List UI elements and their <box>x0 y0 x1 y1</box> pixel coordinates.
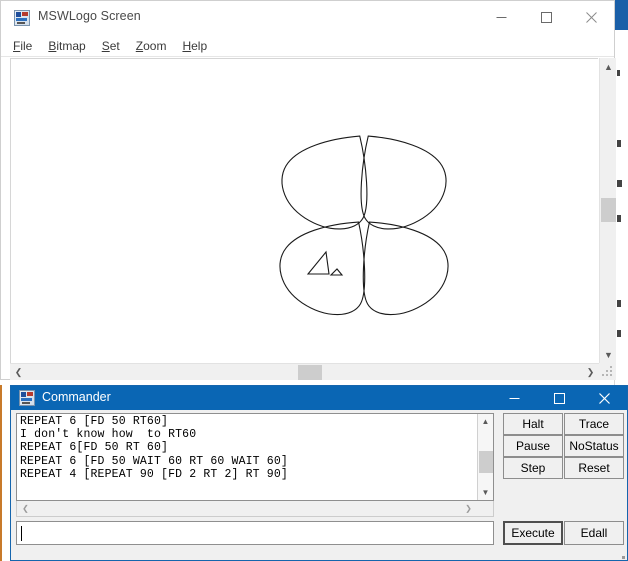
menu-item-zoom[interactable]: Zoom <box>136 39 167 53</box>
maximize-icon[interactable] <box>524 1 569 33</box>
scroll-left-arrow-icon[interactable]: ❮ <box>10 364 27 381</box>
menu-item-help[interactable]: Help <box>182 39 207 53</box>
pause-button[interactable]: Pause <box>503 435 563 457</box>
canvas-horizontal-scrollbar[interactable]: ❮ ❯ <box>10 363 599 380</box>
commander-maximize-icon[interactable] <box>537 386 582 410</box>
reset-button[interactable]: Reset <box>564 457 624 479</box>
text-caret <box>21 526 22 541</box>
console-scroll-up-icon[interactable]: ▲ <box>478 414 493 429</box>
screen-root: MSWLogo Screen File Bitmap Set Zoom Help <box>0 0 628 561</box>
turtle-graphics-canvas[interactable] <box>10 58 598 363</box>
menu-label-zoom: oom <box>143 39 166 53</box>
menubar: File Bitmap Set Zoom Help <box>1 35 614 56</box>
menu-label-bitmap: itmap <box>56 39 85 53</box>
console-scroll-left-icon[interactable]: ❮ <box>18 501 33 515</box>
console-horizontal-scrollbar[interactable]: ❮ ❯ <box>16 501 494 517</box>
edall-button[interactable]: Edall <box>564 521 624 545</box>
commander-window-controls <box>492 386 627 410</box>
execute-button[interactable]: Execute <box>503 521 563 545</box>
resize-grip[interactable] <box>599 363 616 380</box>
scroll-down-arrow-icon[interactable]: ▼ <box>600 346 617 363</box>
horizontal-scroll-thumb[interactable] <box>298 365 322 380</box>
menu-item-file[interactable]: File <box>13 39 32 53</box>
menubar-divider <box>1 56 614 57</box>
menu-item-set[interactable]: Set <box>102 39 120 53</box>
canvas-vertical-scrollbar[interactable]: ▲ ▼ <box>599 58 616 363</box>
scroll-right-arrow-icon[interactable]: ❯ <box>582 364 599 381</box>
menu-label-file: ile <box>20 39 32 53</box>
minimize-icon[interactable] <box>479 1 524 33</box>
page-title: MSWLogo Screen <box>38 9 141 23</box>
console-scroll-right-icon[interactable]: ❯ <box>461 501 476 515</box>
trace-button[interactable]: Trace <box>564 413 624 435</box>
commander-window: Commander REPEAT 6 [FD 50 RT60] I don't … <box>10 385 628 561</box>
background-text-fragment <box>617 300 621 307</box>
menu-accel-set: S <box>102 39 110 53</box>
flower-drawing <box>11 59 598 363</box>
commander-titlebar[interactable]: Commander <box>11 386 627 410</box>
step-button[interactable]: Step <box>503 457 563 479</box>
menu-accel-help: H <box>182 39 191 53</box>
background-text-fragment <box>617 215 621 222</box>
console-scroll-thumb[interactable] <box>479 451 493 473</box>
commander-title: Commander <box>42 390 111 404</box>
commander-close-icon[interactable] <box>582 386 627 410</box>
scroll-up-arrow-icon[interactable]: ▲ <box>600 58 617 75</box>
menu-label-set: et <box>110 39 120 53</box>
commander-resize-grip[interactable] <box>622 556 625 559</box>
menu-item-bitmap[interactable]: Bitmap <box>48 39 85 53</box>
commander-app-icon <box>19 390 35 406</box>
command-input[interactable] <box>16 521 494 545</box>
vertical-scroll-thumb[interactable] <box>601 198 616 222</box>
console-scroll-down-icon[interactable]: ▼ <box>478 485 493 500</box>
background-text-fragment <box>617 140 621 147</box>
mswlogo-app-icon <box>14 10 30 26</box>
console-output[interactable]: REPEAT 6 [FD 50 RT60] I don't know how t… <box>16 413 494 501</box>
background-text-fragment <box>617 70 620 76</box>
background-text-fragment <box>617 180 622 187</box>
window-edge-accent <box>0 385 2 561</box>
mswlogo-screen-window: MSWLogo Screen File Bitmap Set Zoom Help <box>0 0 615 380</box>
menu-accel-zoom: Z <box>136 39 143 53</box>
halt-button[interactable]: Halt <box>503 413 563 435</box>
console-output-text: REPEAT 6 [FD 50 RT60] I don't know how t… <box>20 415 288 481</box>
console-vertical-scrollbar[interactable]: ▲ ▼ <box>477 414 493 500</box>
nostatus-button[interactable]: NoStatus <box>564 435 624 457</box>
background-text-fragment <box>617 330 621 337</box>
turtle-cursor <box>308 252 342 275</box>
commander-minimize-icon[interactable] <box>492 386 537 410</box>
background-window-titlebar <box>615 0 628 30</box>
mswlogo-titlebar[interactable]: MSWLogo Screen <box>1 1 614 33</box>
menu-label-help: elp <box>191 39 207 53</box>
close-icon[interactable] <box>569 1 614 33</box>
window-controls <box>479 1 614 33</box>
